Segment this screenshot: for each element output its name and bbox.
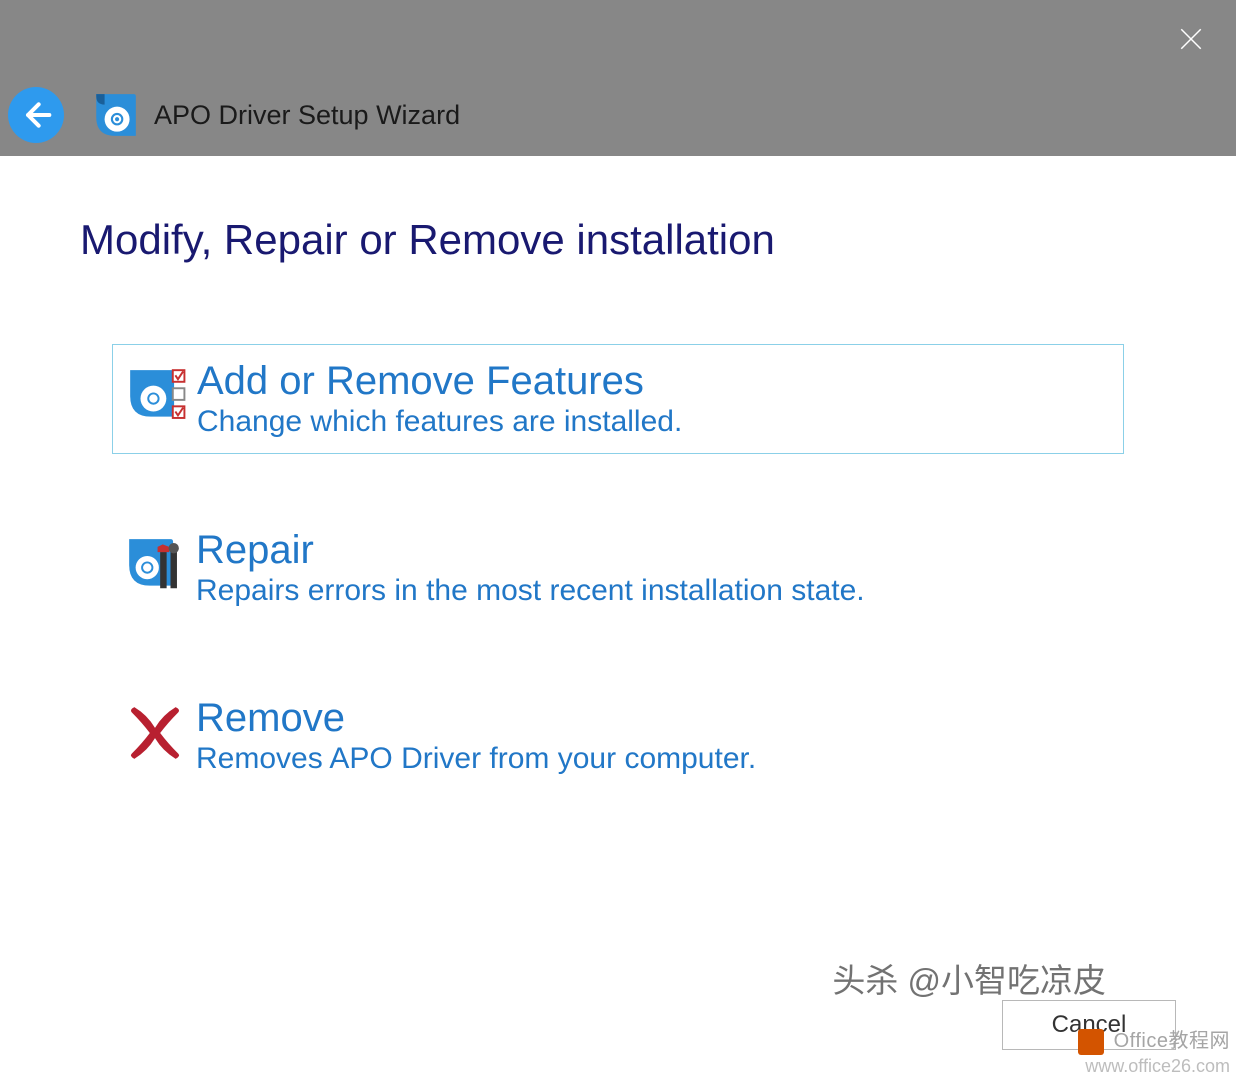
cancel-button[interactable]: Cancel [1002, 1000, 1176, 1050]
watermark-text: 头杀 @小智吃凉皮 [832, 954, 1106, 1002]
remove-icon [124, 702, 186, 764]
app-title: APO Driver Setup Wizard [154, 100, 460, 131]
close-button[interactable] [1176, 24, 1206, 54]
footer: Cancel [1002, 1000, 1176, 1050]
features-icon [125, 365, 187, 427]
option-remove[interactable]: Remove Removes APO Driver from your comp… [112, 682, 1124, 790]
option-title: Remove [196, 696, 1112, 740]
option-title: Repair [196, 528, 1112, 572]
option-title: Add or Remove Features [197, 359, 1111, 403]
titlebar [0, 0, 1236, 74]
close-icon [1178, 26, 1204, 52]
header-bar: APO Driver Setup Wizard [0, 74, 1236, 156]
back-button[interactable] [8, 87, 64, 143]
options-list: Add or Remove Features Change which feat… [80, 344, 1156, 790]
repair-icon [124, 534, 186, 596]
app-icon [90, 90, 140, 140]
option-add-remove-features[interactable]: Add or Remove Features Change which feat… [112, 344, 1124, 454]
back-arrow-icon [20, 99, 52, 131]
page-heading: Modify, Repair or Remove installation [80, 216, 1156, 264]
content-area: Modify, Repair or Remove installation Ad… [0, 156, 1236, 790]
option-desc: Removes APO Driver from your computer. [196, 742, 1112, 776]
option-repair[interactable]: Repair Repairs errors in the most recent… [112, 514, 1124, 622]
option-desc: Change which features are installed. [197, 405, 1111, 439]
option-desc: Repairs errors in the most recent instal… [196, 574, 1112, 608]
